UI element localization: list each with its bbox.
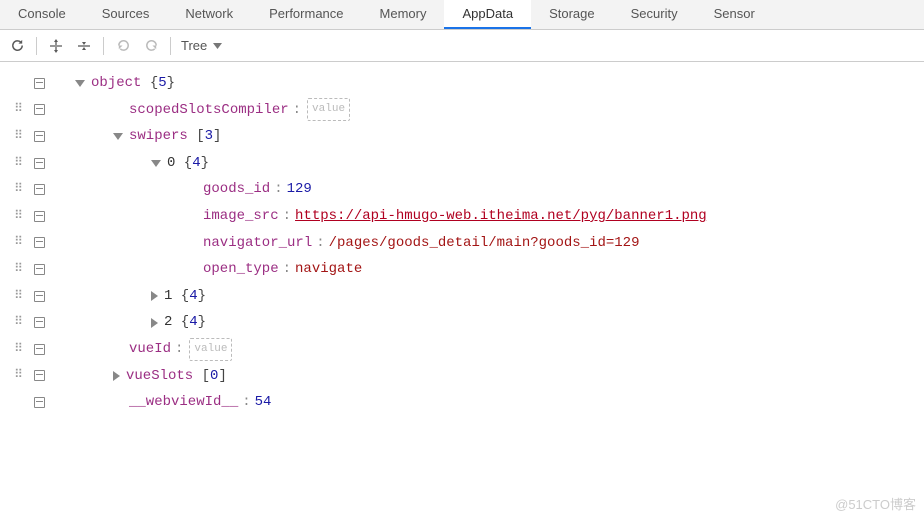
tab-memory[interactable]: Memory — [362, 0, 445, 29]
tree-node-vueslots[interactable]: ⠿ vueSlots [0] — [12, 363, 924, 390]
drag-handle-icon[interactable]: ⠿ — [12, 125, 24, 148]
tab-storage[interactable]: Storage — [531, 0, 613, 29]
tree-node-scopedslots[interactable]: ⠿ scopedSlotsCompiler: value — [12, 97, 924, 124]
tab-network[interactable]: Network — [167, 0, 251, 29]
tree-node-item1[interactable]: ⠿ 1 {4} — [12, 283, 924, 310]
drag-handle-icon[interactable]: ⠿ — [12, 231, 24, 254]
reload-icon[interactable] — [8, 37, 26, 55]
tree-node-goods-id[interactable]: ⠿ goods_id: 129 — [12, 176, 924, 203]
view-mode-select[interactable]: Tree — [181, 38, 222, 53]
row-marker-icon — [34, 317, 45, 328]
row-marker-icon — [34, 264, 45, 275]
caret-closed-icon[interactable] — [113, 371, 120, 381]
drag-handle-icon[interactable]: ⠿ — [12, 178, 24, 201]
tree-node-item0[interactable]: ⠿ 0 {4} — [12, 150, 924, 177]
row-marker-icon — [34, 291, 45, 302]
separator — [103, 37, 104, 55]
row-marker-icon — [34, 104, 45, 115]
caret-closed-icon[interactable] — [151, 291, 158, 301]
row-marker-icon — [34, 158, 45, 169]
tree-node-root[interactable]: ⠿ object {5} — [12, 70, 924, 97]
value-placeholder[interactable]: value — [189, 338, 232, 361]
row-marker-icon — [34, 131, 45, 142]
watermark: @51CTO博客 — [835, 494, 916, 513]
caret-open-icon[interactable] — [75, 80, 85, 87]
expand-all-icon[interactable] — [47, 37, 65, 55]
drag-handle-icon[interactable]: ⠿ — [12, 152, 24, 175]
toolbar: Tree — [0, 30, 924, 62]
tab-performance[interactable]: Performance — [251, 0, 361, 29]
undo-icon[interactable] — [114, 37, 132, 55]
caret-open-icon[interactable] — [151, 160, 161, 167]
tree-node-image-src[interactable]: ⠿ image_src: https://api-hmugo-web.ithei… — [12, 203, 924, 230]
redo-icon[interactable] — [142, 37, 160, 55]
tree-node-webviewid[interactable]: ⠿ __webviewId__: 54 — [12, 389, 924, 416]
tab-console[interactable]: Console — [0, 0, 84, 29]
tree-node-swipers[interactable]: ⠿ swipers [3] — [12, 123, 924, 150]
collapse-all-icon[interactable] — [75, 37, 93, 55]
row-marker-icon — [34, 78, 45, 89]
tree-node-vueid[interactable]: ⠿ vueId: value — [12, 336, 924, 363]
tree-node-item2[interactable]: ⠿ 2 {4} — [12, 309, 924, 336]
drag-handle-icon[interactable]: ⠿ — [12, 338, 24, 361]
row-marker-icon — [34, 184, 45, 195]
tree-node-open-type[interactable]: ⠿ open_type: navigate — [12, 256, 924, 283]
url-link[interactable]: https://api-hmugo-web.itheima.net/pyg/ba… — [295, 203, 707, 230]
drag-handle-icon[interactable]: ⠿ — [12, 311, 24, 334]
view-mode-label: Tree — [181, 38, 207, 53]
row-marker-icon — [34, 344, 45, 355]
row-marker-icon — [34, 237, 45, 248]
devtools-tabs: Console Sources Network Performance Memo… — [0, 0, 924, 30]
caret-closed-icon[interactable] — [151, 318, 158, 328]
drag-handle-icon[interactable]: ⠿ — [12, 364, 24, 387]
value-placeholder[interactable]: value — [307, 98, 350, 121]
chevron-down-icon — [213, 43, 222, 49]
tab-security[interactable]: Security — [613, 0, 696, 29]
row-marker-icon — [34, 397, 45, 408]
drag-handle-icon[interactable]: ⠿ — [12, 285, 24, 308]
row-marker-icon — [34, 370, 45, 381]
data-tree: ⠿ object {5} ⠿ scopedSlotsCompiler: valu… — [0, 62, 924, 416]
tab-sources[interactable]: Sources — [84, 0, 168, 29]
drag-handle-icon[interactable]: ⠿ — [12, 258, 24, 281]
separator — [170, 37, 171, 55]
tree-node-navigator-url[interactable]: ⠿ navigator_url: /pages/goods_detail/mai… — [12, 230, 924, 257]
drag-handle-icon[interactable]: ⠿ — [12, 98, 24, 121]
caret-open-icon[interactable] — [113, 133, 123, 140]
separator — [36, 37, 37, 55]
drag-handle-icon[interactable]: ⠿ — [12, 205, 24, 228]
tab-sensor[interactable]: Sensor — [696, 0, 773, 29]
row-marker-icon — [34, 211, 45, 222]
tab-appdata[interactable]: AppData — [444, 0, 531, 29]
